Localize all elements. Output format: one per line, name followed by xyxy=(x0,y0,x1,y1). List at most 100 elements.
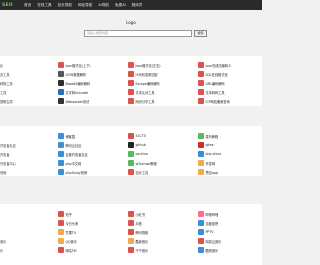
site-link-label: github xyxy=(135,143,146,147)
site-link[interactable]: 博客园 xyxy=(58,132,75,140)
site-link-label: 腾讯云社区 xyxy=(65,143,82,148)
site-link[interactable]: 网页分享工具 xyxy=(128,97,155,105)
site-link[interactable]: JSON数据解析 xyxy=(58,70,86,78)
site-link-label: oschina xyxy=(135,152,148,156)
site-link[interactable]: 文本转码工具 xyxy=(198,88,225,96)
site-link[interactable]: Json格式化(上下) xyxy=(58,61,91,69)
site-link-label: PPTV xyxy=(205,230,214,234)
nav-free-ai[interactable]: 免费AI xyxy=(115,3,126,8)
site-favicon-icon xyxy=(58,151,64,157)
site-favicon-icon xyxy=(58,80,64,86)
site-link-label: Websocket测试 xyxy=(65,99,90,104)
site-favicon-icon xyxy=(198,247,204,253)
site-link-label: JS代码混淆加密 xyxy=(135,72,158,77)
site-link[interactable]: oschina xyxy=(128,150,148,158)
site-link[interactable]: Json在线压缩转义 xyxy=(198,61,231,69)
site-favicon-icon xyxy=(128,238,134,244)
site-favicon-icon xyxy=(58,247,64,253)
site-link-label: 51CTO xyxy=(135,134,147,138)
site-link-label: 咪咕FM xyxy=(65,248,77,253)
site-link[interactable]: Json格式化(左右) xyxy=(128,61,161,69)
site-favicon-icon xyxy=(58,160,64,166)
site-link[interactable]: Base64编码解码 xyxy=(58,79,90,87)
site-link-label: 站长工具 xyxy=(135,170,149,175)
site-link[interactable]: phpStudy官网 xyxy=(58,168,87,176)
site-favicon-icon xyxy=(128,80,134,86)
site-favicon-icon xyxy=(58,211,64,217)
row-lead-label: 官网 xyxy=(0,171,7,175)
site-favicon-icon xyxy=(198,169,204,175)
site-link[interactable]: QQ音乐 xyxy=(58,237,77,245)
site-link[interactable]: w3school教程 xyxy=(128,159,157,167)
nav-programmer[interactable]: 程序员 xyxy=(132,3,143,8)
site-link-label: URL编码解码 xyxy=(205,81,225,86)
nav-home[interactable]: 首页 xyxy=(24,3,31,8)
site-link[interactable]: 文字转Unicode xyxy=(58,88,88,96)
site-link[interactable]: 抖音 xyxy=(128,219,142,227)
site-link-label: 百度贴吧 xyxy=(205,221,219,226)
site-link[interactable]: Escape编码解码 xyxy=(128,79,160,87)
site-link[interactable]: github xyxy=(128,141,146,149)
site-link[interactable]: 菜鸟教程 xyxy=(198,132,218,140)
nav-online-tools[interactable]: 在线工具 xyxy=(37,3,51,8)
search-input[interactable]: 请输入搜索内容 xyxy=(84,30,192,37)
site-favicon-icon xyxy=(198,89,204,95)
site-link[interactable]: 开发网 xyxy=(198,159,215,167)
row-lead-label: 开发者中心 xyxy=(0,162,16,166)
site-link[interactable]: 今日头条 xyxy=(58,219,78,227)
site-favicon-icon xyxy=(198,151,204,157)
site-link-label: 知乎 xyxy=(65,212,72,217)
site-link[interactable]: php.china xyxy=(198,150,221,158)
site-favicon-icon xyxy=(128,169,134,175)
nav-ai[interactable]: AI导航 xyxy=(98,3,109,8)
site-favicon-icon xyxy=(198,142,204,148)
site-link[interactable]: 腾讯视频 xyxy=(128,228,148,236)
site-link[interactable]: 站长工具 xyxy=(128,168,148,176)
row-lead-label: 开发者 xyxy=(0,153,10,157)
site-link[interactable]: SQL在线格式化 xyxy=(198,70,228,78)
nav-webmaster[interactable]: 站长导航 xyxy=(58,3,72,8)
site-link-label: 开发网 xyxy=(205,161,216,166)
site-link[interactable]: 芒果TV xyxy=(58,228,76,236)
site-link[interactable]: 酷我音乐 xyxy=(128,237,148,245)
site-link-label: 千千音乐 xyxy=(135,248,149,253)
site-link[interactable]: 百度开发者社区 xyxy=(58,150,88,158)
site-favicon-icon xyxy=(128,220,134,226)
site-favicon-icon xyxy=(198,211,204,217)
site-favicon-icon xyxy=(128,160,134,166)
site-link[interactable]: 思否app xyxy=(198,168,218,176)
site-link[interactable]: 腾讯云社区 xyxy=(58,141,81,149)
site-link[interactable]: 51CTO xyxy=(128,132,146,140)
site-link[interactable]: PPTV xyxy=(198,228,213,236)
site-link[interactable]: ICP网站备案查询 xyxy=(198,97,230,105)
site-link[interactable]: 千千音乐 xyxy=(128,246,148,254)
site-link-label: php中文网 xyxy=(65,161,82,166)
main-nav: 首页 在线工具 站长导航 网址导航 AI导航 免费AI 程序员 xyxy=(18,3,143,8)
brand-logo[interactable]: SEO xyxy=(2,3,18,8)
search-button[interactable]: 搜索 xyxy=(194,30,207,37)
site-link[interactable]: php中文网 xyxy=(58,159,81,167)
site-link-label: 文本比对工具 xyxy=(135,90,155,95)
site-link[interactable]: URL编码解码 xyxy=(198,79,225,87)
site-favicon-icon xyxy=(198,98,204,104)
site-favicon-icon xyxy=(58,71,64,77)
site-link[interactable]: Websocket测试 xyxy=(58,97,89,105)
site-link[interactable]: 文本比对工具 xyxy=(128,88,155,96)
site-link[interactable]: 酷狗音乐 xyxy=(198,246,218,254)
nav-sites[interactable]: 网址导航 xyxy=(78,3,92,8)
site-link[interactable]: 哔哩哔哩 xyxy=(198,210,218,218)
site-link[interactable]: 小红书 xyxy=(128,210,145,218)
site-link-label: php.china xyxy=(205,152,222,156)
site-link[interactable]: gitee xyxy=(198,141,214,149)
site-link[interactable]: 百度贴吧 xyxy=(198,219,218,227)
site-favicon-icon xyxy=(58,62,64,68)
site-link-label: 酷狗音乐 xyxy=(205,248,219,253)
site-link-label: 网易云音乐 xyxy=(205,239,222,244)
site-link[interactable]: 咪咕FM xyxy=(58,246,76,254)
row-lead-label: 工具 xyxy=(0,91,7,95)
site-link-label: 芒果TV xyxy=(65,230,77,235)
site-link[interactable]: 知乎 xyxy=(58,210,72,218)
site-link[interactable]: JS代码混淆加密 xyxy=(128,70,158,78)
site-link[interactable]: 网易云音乐 xyxy=(198,237,221,245)
site-logo: Logo xyxy=(126,20,136,25)
